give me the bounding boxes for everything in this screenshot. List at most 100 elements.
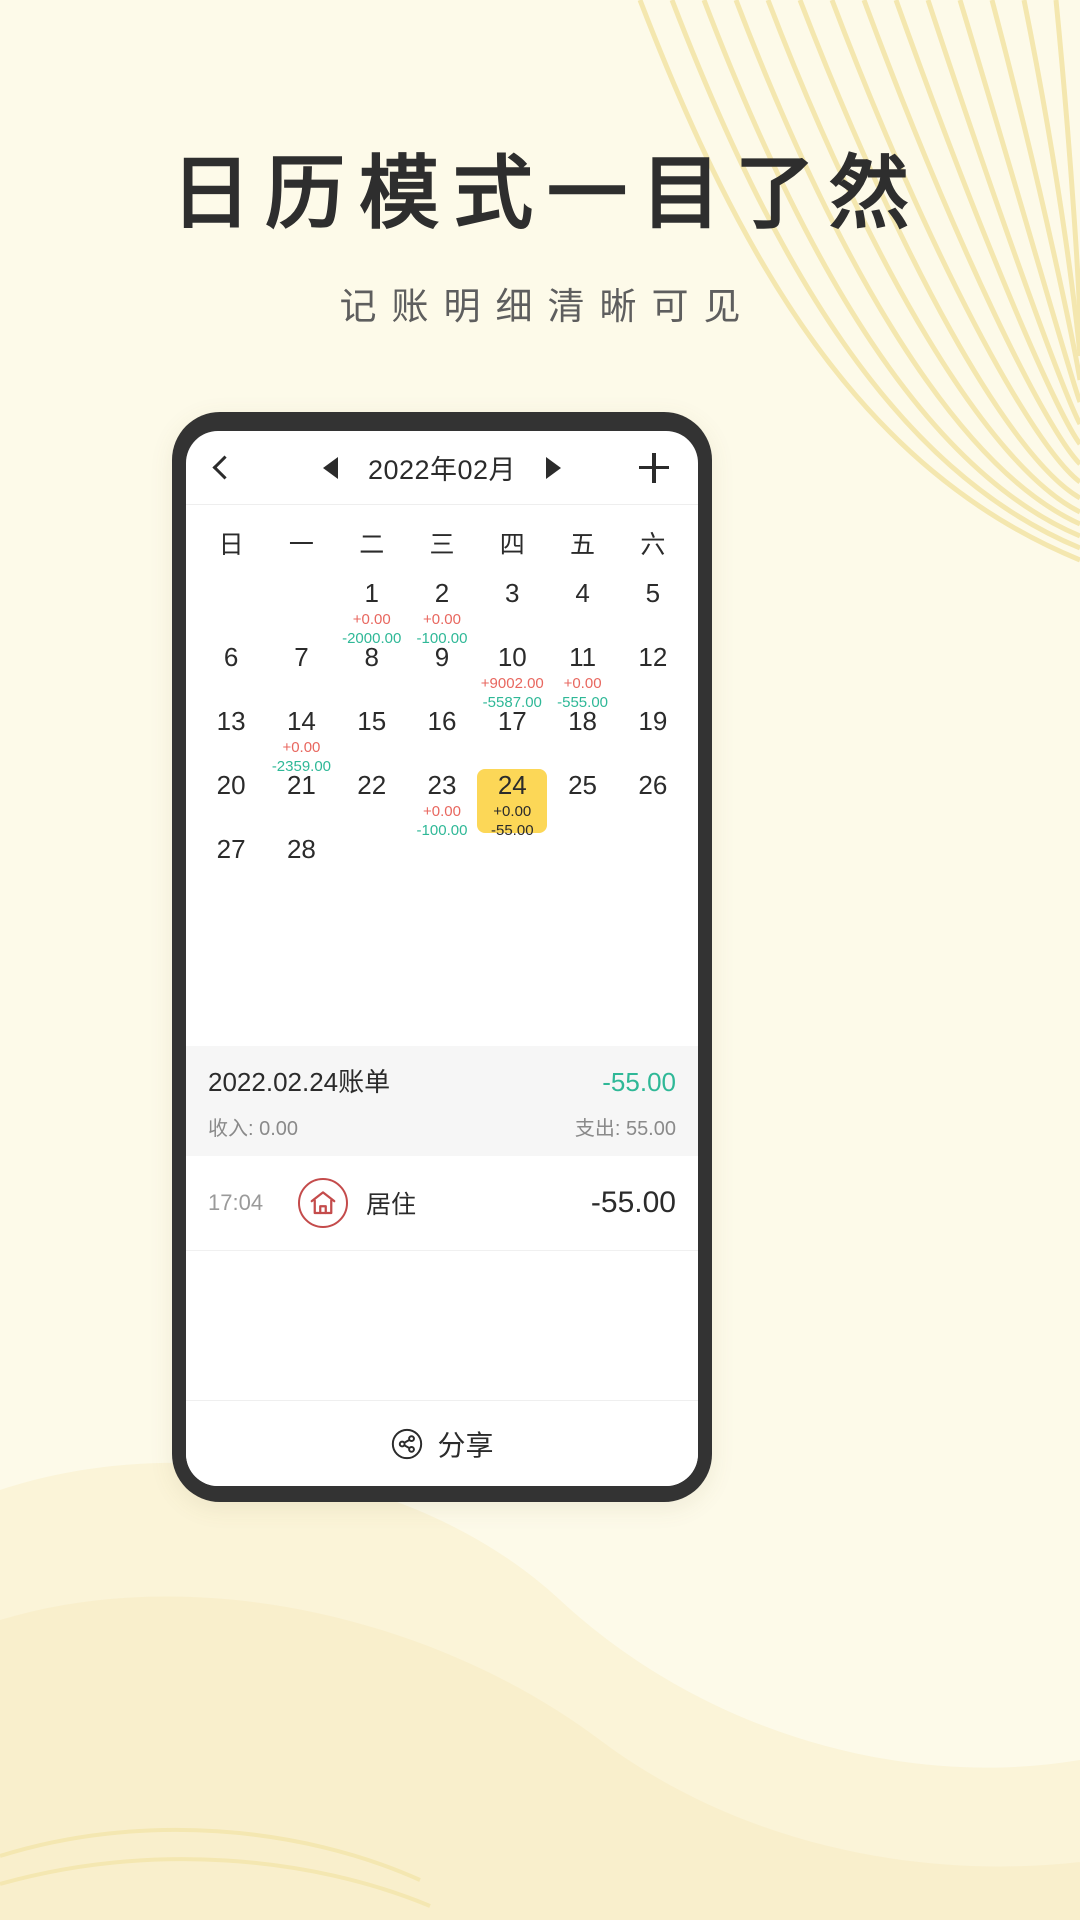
calendar-cell[interactable]: 19 (618, 705, 688, 769)
calendar-day-number: 20 (216, 770, 246, 800)
calendar-cell[interactable]: 7 (266, 641, 336, 705)
summary-expense-label: 支出: 55.00 (574, 1118, 676, 1140)
calendar-day-number: 11 (569, 642, 597, 672)
calendar-day-number: 5 (645, 578, 661, 608)
share-label: 分享 (437, 1429, 494, 1461)
calendar-day-number: 24 (497, 770, 527, 800)
calendar-cell[interactable]: 2 +0.00 -100.00 (407, 577, 477, 647)
triangle-right-icon[interactable] (546, 456, 561, 479)
calendar-cell[interactable]: 9 (407, 641, 477, 705)
calendar-day-number: 19 (638, 706, 668, 736)
calendar-cell[interactable]: 6 (196, 641, 266, 705)
transaction-list: 17:04 居住 -55.00 (186, 1156, 698, 1400)
day-summary-bar[interactable]: 2022.02.24账单 -55.00 收入: 0.00 支出: 55.00 (186, 1046, 698, 1156)
calendar-day-number: 28 (286, 834, 316, 864)
calendar-day-number: 15 (357, 706, 387, 736)
chevron-left-icon (212, 455, 237, 480)
calendar-cell[interactable]: 3 (477, 577, 547, 641)
app-header: 2022年02月 (186, 431, 698, 505)
calendar-cell[interactable]: 25 (547, 769, 617, 833)
calendar-cell[interactable]: 17 (477, 705, 547, 769)
calendar-cell[interactable]: 20 (196, 769, 266, 833)
calendar-cell[interactable]: 14 +0.00 -2359.00 (266, 705, 336, 775)
list-item[interactable]: 17:04 居住 -55.00 (186, 1156, 698, 1251)
transaction-time: 17:04 (208, 1190, 264, 1215)
calendar-day-income: +0.00 (423, 611, 461, 629)
calendar-day-number: 16 (427, 706, 457, 736)
calendar-day-income: +0.00 (423, 803, 461, 821)
summary-date-label: 2022.02.24账单 (208, 1067, 391, 1097)
calendar-day-number: 3 (505, 578, 520, 608)
calendar-cell[interactable]: 27 (196, 833, 266, 897)
add-record-button[interactable] (634, 448, 674, 488)
phone-screen: 2022年02月 日 一 二 三 四 五 六 1 +0.00 -2000.00 2 +0… (186, 431, 698, 1486)
calendar-cell[interactable]: 23 +0.00 -100.00 (407, 769, 477, 839)
weekday-label: 日 (218, 531, 244, 559)
calendar-cell[interactable]: 4 (547, 577, 617, 641)
calendar-day-number: 4 (575, 578, 590, 608)
weekday-header-row: 日 一 二 三 四 五 六 (186, 505, 698, 573)
share-button[interactable]: 分享 (186, 1400, 698, 1486)
calendar-day-number: 12 (638, 642, 668, 672)
calendar-cell[interactable]: 15 (337, 705, 407, 769)
calendar-cell[interactable]: 28 (266, 833, 336, 897)
calendar-day-income: +0.00 (493, 803, 532, 821)
calendar-day-number: 26 (638, 770, 668, 800)
month-label: 2022年02月 (367, 455, 517, 485)
weekday-label: 三 (429, 531, 455, 559)
calendar-day-income: +0.00 (282, 739, 321, 757)
calendar-day-number: 9 (434, 642, 450, 672)
transaction-amount: -55.00 (590, 1186, 676, 1219)
calendar-day-number: 25 (568, 770, 598, 800)
day-summary-bottom: 收入: 0.00 支出: 55.00 (208, 1112, 676, 1141)
calendar-day-number: 2 (434, 578, 450, 608)
transaction-category: 居住 (366, 1191, 417, 1219)
calendar-cell[interactable]: 18 (547, 705, 617, 769)
month-selector: 2022年02月 (250, 448, 634, 487)
calendar-cell[interactable]: 5 (618, 577, 688, 641)
page-subtitle: 记账明细清晰可见 (339, 286, 756, 328)
back-button[interactable] (210, 448, 250, 488)
calendar-cell-selected[interactable]: 24 +0.00 -55.00 (477, 769, 548, 839)
day-summary-top: 2022.02.24账单 -55.00 (208, 1062, 676, 1099)
phone-mockup: 2022年02月 日 一 二 三 四 五 六 1 +0.00 -2000.00 2 +0… (172, 412, 712, 1502)
calendar-cell[interactable]: 8 (337, 641, 407, 705)
calendar-day-expense: -100.00 (416, 822, 468, 840)
triangle-left-icon[interactable] (323, 456, 338, 479)
calendar-day-number: 17 (497, 706, 527, 736)
calendar-day-number: 18 (568, 706, 598, 736)
calendar-cell[interactable]: 26 (618, 769, 688, 833)
home-icon (298, 1178, 348, 1228)
calendar-day-expense: -55.00 (491, 822, 534, 840)
calendar-cell[interactable]: 22 (337, 769, 407, 833)
summary-income-label: 收入: 0.00 (208, 1118, 299, 1140)
weekday-label: 六 (640, 531, 666, 559)
weekday-label: 二 (359, 531, 385, 559)
calendar-day-income: +9002.00 (480, 675, 544, 693)
page-title: 日历模式一目了然 (171, 151, 923, 239)
calendar-cell[interactable]: 16 (407, 705, 477, 769)
calendar-day-number: 22 (357, 770, 387, 800)
calendar-day-number: 1 (364, 578, 379, 608)
calendar-day-number: 14 (286, 706, 316, 736)
summary-net-amount: -55.00 (602, 1067, 676, 1097)
calendar-spacer (186, 897, 698, 1046)
calendar-cell[interactable]: 13 (196, 705, 266, 769)
calendar-cell[interactable]: 21 (266, 769, 336, 833)
calendar-day-income: +0.00 (563, 675, 602, 693)
calendar-cell[interactable]: 11 +0.00 -555.00 (547, 641, 617, 711)
calendar-cell[interactable]: 10 +9002.00 -5587.00 (477, 641, 547, 711)
calendar-day-number: 21 (286, 770, 316, 800)
calendar-cell[interactable]: 1 +0.00 -2000.00 (337, 577, 407, 647)
calendar-cell[interactable]: 12 (618, 641, 688, 705)
calendar-day-number: 13 (216, 706, 246, 736)
calendar-day-number: 10 (497, 642, 527, 672)
calendar-day-income: +0.00 (352, 611, 391, 629)
calendar-day-number: 27 (216, 834, 246, 864)
weekday-label: 五 (570, 531, 596, 559)
weekday-label: 一 (288, 531, 314, 559)
promo-copy: 日历模式一目了然 记账明细清晰可见 (0, 0, 1080, 330)
weekday-label: 四 (499, 531, 525, 559)
calendar-day-number: 23 (427, 770, 457, 800)
share-icon (390, 1427, 424, 1461)
